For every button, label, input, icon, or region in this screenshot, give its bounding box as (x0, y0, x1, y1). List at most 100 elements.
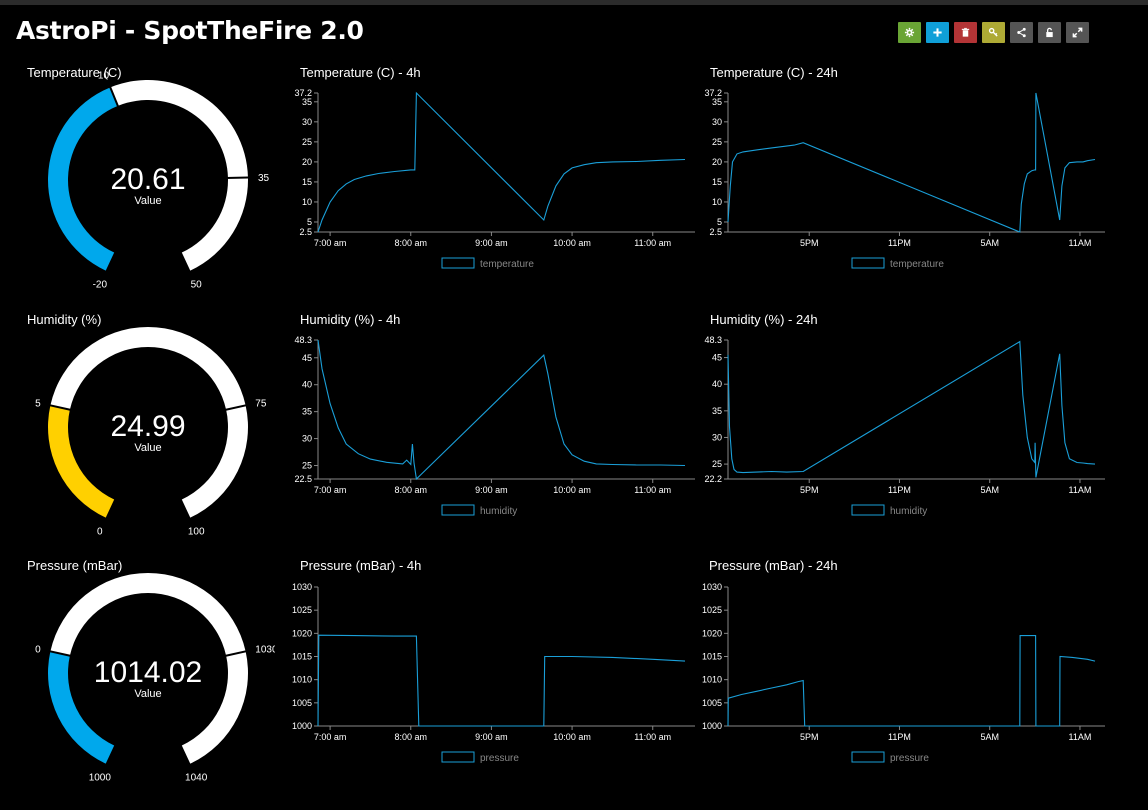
x-tick-label: 5AM (980, 485, 999, 495)
y-tick-label: 30 (302, 434, 312, 444)
y-tick-label: 45 (302, 353, 312, 363)
top-border (0, 0, 1148, 5)
pressure-4h-chart: 1000 1005 1010 1015 1020 1025 1030 7:00 am 8:00 … (292, 582, 695, 764)
y-tick-label: 1030 (292, 582, 312, 592)
y-tick-label: 1015 (702, 652, 722, 662)
lock-button[interactable] (1038, 22, 1061, 43)
settings-button[interactable] (898, 22, 921, 43)
y-tick-label: 37.2 (704, 88, 722, 98)
y-tick-label: 22.2 (704, 474, 722, 484)
fullscreen-button[interactable] (1066, 22, 1089, 43)
add-button[interactable] (926, 22, 949, 43)
chart-title-pressure-4h: Pressure (mBar) - 4h (300, 558, 422, 573)
legend-swatch (851, 751, 885, 763)
temperature-gauge: -20 10 35 50 20.61Value (47, 70, 270, 290)
x-tick-label: 5PM (800, 238, 819, 248)
gauge-segment (181, 405, 249, 518)
y-tick-label: 1020 (292, 628, 312, 638)
y-tick-label: 10 (302, 197, 312, 207)
y-tick-label: 37.2 (294, 88, 312, 98)
gauge-scale-label: 35 (258, 173, 270, 184)
y-tick-label: 10 (712, 197, 722, 207)
x-tick-label: 9:00 am (475, 485, 508, 495)
x-tick-label: 11:00 am (634, 485, 671, 495)
y-tick-label: 35 (712, 97, 722, 107)
humidity-4h-chart: 22.5 25 30 35 40 45 48.3 7:00 am 8:00 am 9:00 am 1… (294, 335, 695, 517)
y-tick-label: 30 (712, 432, 722, 442)
y-tick-label: 22.5 (294, 474, 312, 484)
delete-button[interactable] (954, 22, 977, 43)
series-line-humidity (727, 340, 1096, 478)
y-tick-label: 1015 (292, 652, 312, 662)
x-tick-label: 8:00 am (394, 238, 427, 248)
gauge-scale-label: 1030 (255, 644, 275, 655)
legend-swatch (441, 504, 475, 516)
y-tick-label: 30 (712, 117, 722, 127)
y-tick-label: 5 (717, 217, 722, 227)
key-button[interactable] (982, 22, 1005, 43)
legend-label: temperature (480, 259, 534, 270)
y-tick-label: 25 (712, 459, 722, 469)
temperature-4h-chart: 2.55 10 15 20 25 30 3537.2 7:00 am 8:00 am 9:00 a… (294, 88, 695, 270)
y-tick-label: 15 (302, 177, 312, 187)
gauge-segment (47, 87, 118, 271)
x-tick-label: 11AM (1069, 485, 1092, 495)
temperature-24h-chart: 2.55 10 15 20 25 30 3537.2 5PM 11PM 5AM 11AM temper… (704, 88, 1105, 270)
gear-icon (904, 27, 915, 38)
gauge-scale-label: 1010 (35, 644, 41, 655)
gauge-scale-label: 1040 (185, 772, 208, 783)
legend-swatch (441, 751, 475, 763)
chart-title-humidity-24h: Humidity (%) - 24h (710, 312, 818, 327)
y-tick-label: 2.5 (709, 227, 722, 237)
x-tick-label: 11PM (888, 732, 911, 742)
y-tick-label: 35 (302, 407, 312, 417)
gauge-value: 1014.02 (94, 656, 202, 689)
chart-title-pressure-24h: Pressure (mBar) - 24h (709, 558, 838, 573)
gauge-value-label: Value (134, 688, 161, 700)
x-tick-label: 11:00 am (634, 238, 671, 248)
y-tick-label: 25 (302, 137, 312, 147)
y-tick-label: 40 (712, 379, 722, 389)
series-line-temperature (727, 92, 1096, 233)
share-button[interactable] (1010, 22, 1033, 43)
chart-title-temperature-4h: Temperature (C) - 4h (300, 65, 421, 80)
plus-icon (933, 28, 942, 37)
gauge-segment (47, 405, 115, 518)
gauge-scale-label: 1000 (89, 772, 112, 783)
legend-label: pressure (480, 753, 519, 764)
x-tick-label: 10:00 am (553, 732, 591, 742)
y-tick-label: 1025 (292, 605, 312, 615)
x-tick-label: 10:00 am (553, 238, 591, 248)
y-tick-label: 25 (302, 461, 312, 471)
legend-label: humidity (890, 506, 927, 517)
gauge-scale-label: 50 (191, 279, 203, 290)
gauge-segment (50, 326, 246, 410)
y-tick-label: 20 (302, 157, 312, 167)
chart-title-humidity-4h: Humidity (%) - 4h (300, 312, 401, 327)
legend-label: pressure (890, 753, 929, 764)
unlock-icon (1046, 27, 1053, 38)
x-tick-label: 11:00 am (634, 732, 671, 742)
legend-label: temperature (890, 259, 944, 270)
x-tick-label: 11AM (1069, 732, 1092, 742)
gauge-scale-label: -20 (93, 279, 108, 290)
series-line-temperature (317, 91, 686, 233)
y-tick-label: 35 (302, 97, 312, 107)
y-tick-label: 20 (712, 157, 722, 167)
legend-swatch (441, 257, 475, 269)
y-tick-label: 40 (302, 380, 312, 390)
gauge-value-label: Value (134, 195, 161, 207)
key-icon (988, 27, 998, 37)
x-tick-label: 11PM (888, 238, 911, 248)
x-tick-label: 5PM (800, 732, 819, 742)
y-tick-label: 1010 (702, 675, 722, 685)
gauge-scale-label: 100 (188, 526, 205, 537)
y-tick-label: 1005 (292, 698, 312, 708)
y-tick-label: 1000 (702, 721, 722, 731)
y-tick-label: 5 (307, 217, 312, 227)
y-tick-label: 48.3 (704, 335, 722, 345)
x-tick-label: 9:00 am (475, 238, 508, 248)
x-tick-label: 10:00 am (553, 485, 591, 495)
series-line-humidity (317, 339, 686, 481)
gauge-tick (225, 176, 254, 180)
